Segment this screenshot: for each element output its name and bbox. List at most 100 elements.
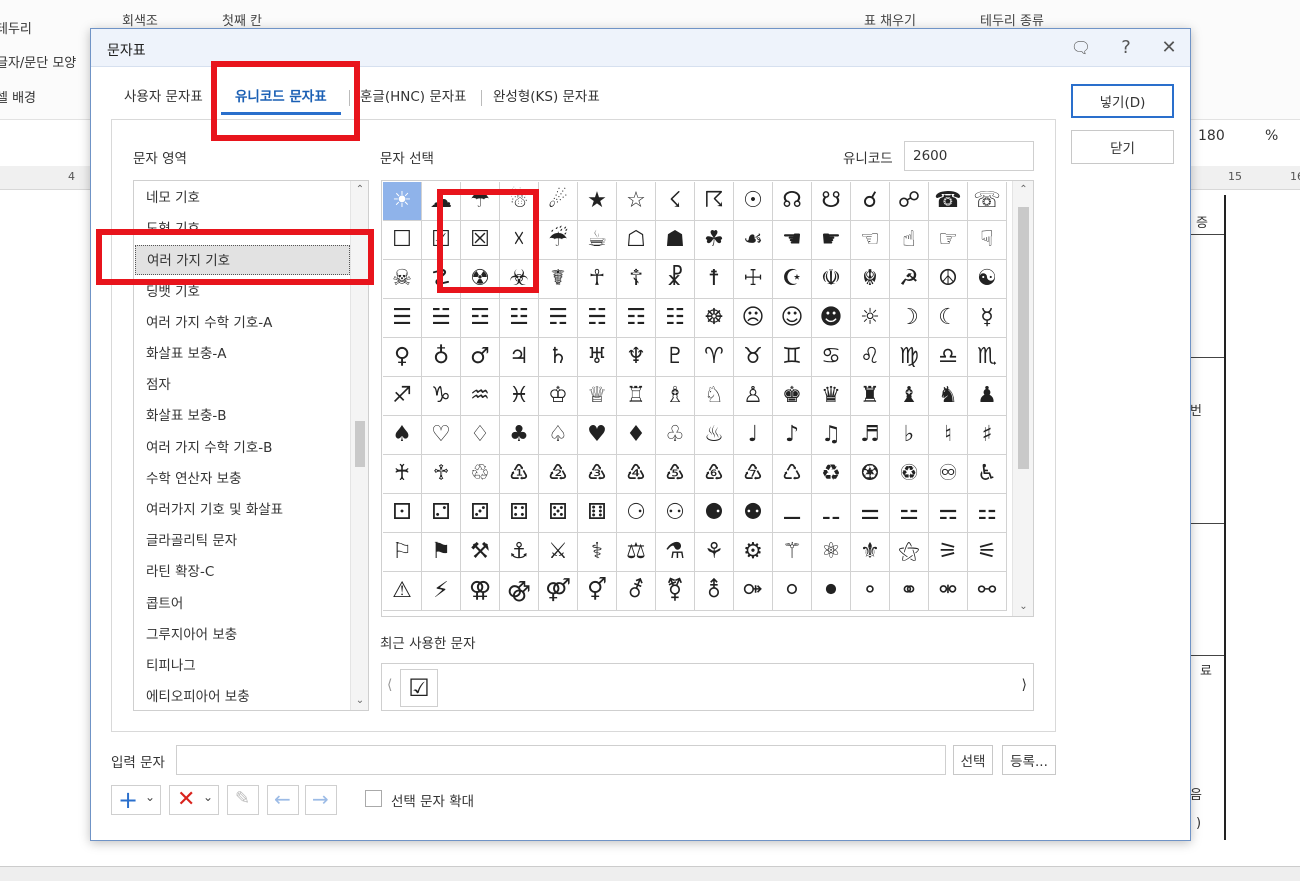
char-cell[interactable]: ♩ — [734, 416, 773, 455]
char-cell[interactable]: ☒ — [461, 221, 500, 260]
char-cell[interactable]: ☁ — [422, 182, 461, 221]
char-cell[interactable]: ☼ — [851, 299, 890, 338]
char-cell[interactable]: ☂ — [461, 182, 500, 221]
char-cell[interactable]: ♕ — [578, 377, 617, 416]
char-cell[interactable]: ♢ — [461, 416, 500, 455]
char-cell[interactable]: ♞ — [929, 377, 968, 416]
char-cell[interactable]: ♤ — [539, 416, 578, 455]
region-item[interactable]: 화살표 보충-A — [135, 339, 350, 369]
char-cell[interactable]: ♁ — [422, 338, 461, 377]
region-item[interactable]: 네모 기호 — [135, 183, 350, 213]
char-grid[interactable]: ☀ ☁ ☂ ☃ ☄ ★ ☆ ☇ ☈ ☉ ☊ ☋ ☌ ☍ ☎ ☏ ☐ ☑ ☒ ☓ ☔ ☕ ☖ ☗ ☘ ☙ ☚ ☛ ☜ ☝ ☞ ☟ ☠ ☡ ☢ ☣ ☤ ☥ ☦ ☧… — [381, 180, 1034, 617]
char-cell[interactable]: ⚅ — [578, 494, 617, 533]
tab-unicode-charmap[interactable]: 유니코드 문자표 — [221, 83, 341, 115]
region-item[interactable]: 에티오피아어 보충 — [135, 682, 350, 710]
char-cell[interactable]: ♔ — [539, 377, 578, 416]
char-cell[interactable]: ♠ — [383, 416, 422, 455]
char-cell[interactable]: ♗ — [656, 377, 695, 416]
char-cell[interactable]: ☺ — [773, 299, 812, 338]
region-item[interactable]: 도형 기호 — [135, 214, 350, 244]
char-cell[interactable]: ⚀ — [383, 494, 422, 533]
char-cell[interactable]: ☆ — [617, 182, 656, 221]
char-cell[interactable]: ♷ — [656, 455, 695, 494]
delete-button[interactable]: ✕ ⌄ — [169, 785, 219, 815]
char-cell[interactable]: ☧ — [656, 260, 695, 299]
char-cell[interactable]: ★ — [578, 182, 617, 221]
char-cell[interactable]: ⚯ — [968, 572, 1007, 611]
char-cell[interactable]: ♡ — [422, 416, 461, 455]
char-cell[interactable]: ☎ — [929, 182, 968, 221]
char-cell[interactable]: ♵ — [578, 455, 617, 494]
region-item[interactable]: 화살표 보충-B — [135, 401, 350, 431]
char-cell[interactable]: ⚚ — [773, 533, 812, 572]
char-cell[interactable]: ♜ — [851, 377, 890, 416]
dialog-titlebar[interactable]: 문자표 🗨︎ ? ✕ — [91, 29, 1190, 67]
char-cell[interactable]: ☄ — [539, 182, 578, 221]
char-cell[interactable]: ♻ — [812, 455, 851, 494]
char-cell[interactable]: ☦ — [617, 260, 656, 299]
help-icon[interactable]: ? — [1112, 35, 1140, 61]
char-cell[interactable]: ⚋ — [812, 494, 851, 533]
char-cell[interactable]: ⚊ — [773, 494, 812, 533]
char-cell[interactable]: ♧ — [656, 416, 695, 455]
tab-ks-charmap[interactable]: 완성형(KS) 문자표 — [493, 83, 600, 115]
input-chars-field[interactable] — [176, 745, 946, 775]
char-cell[interactable]: ☚ — [773, 221, 812, 260]
char-cell[interactable]: ⚑ — [422, 533, 461, 572]
char-cell[interactable]: ☔ — [539, 221, 578, 260]
close-icon[interactable]: ✕ — [1155, 35, 1183, 61]
char-cell[interactable]: ⚜ — [851, 533, 890, 572]
char-cell[interactable]: ☗ — [656, 221, 695, 260]
char-cell[interactable]: ⚔ — [539, 533, 578, 572]
char-cell[interactable]: ☨ — [695, 260, 734, 299]
char-cell[interactable]: ⚒ — [461, 533, 500, 572]
char-cell[interactable]: ♓ — [500, 377, 539, 416]
char-cell[interactable]: ♪ — [773, 416, 812, 455]
char-cell[interactable]: ☰ — [383, 299, 422, 338]
char-cell[interactable]: ♯ — [968, 416, 1007, 455]
char-cell[interactable]: ☾ — [929, 299, 968, 338]
enlarge-checkbox[interactable] — [365, 790, 382, 807]
char-cell[interactable]: ♘ — [695, 377, 734, 416]
char-cell[interactable]: ♚ — [773, 377, 812, 416]
char-cell[interactable]: ☙ — [734, 221, 773, 260]
comment-icon[interactable]: 🗨︎ — [1067, 35, 1095, 61]
char-cell[interactable]: ⚆ — [617, 494, 656, 533]
char-cell[interactable]: ☕ — [578, 221, 617, 260]
char-cell[interactable]: ♺ — [773, 455, 812, 494]
char-cell[interactable]: ♫ — [812, 416, 851, 455]
char-cell[interactable]: ⚓ — [500, 533, 539, 572]
char-cell[interactable]: ☋ — [812, 182, 851, 221]
char-cell[interactable]: ☖ — [617, 221, 656, 260]
char-cell[interactable]: ♃ — [500, 338, 539, 377]
char-cell[interactable]: ☹ — [734, 299, 773, 338]
char-cell[interactable]: ♍ — [890, 338, 929, 377]
menu-cell-background[interactable]: 셀 배경 — [0, 87, 36, 106]
char-cell[interactable]: ♿ — [968, 455, 1007, 494]
char-cell[interactable]: ⚈ — [695, 494, 734, 533]
move-right-button[interactable]: → — [305, 785, 337, 815]
char-cell[interactable]: ☈ — [695, 182, 734, 221]
char-cell[interactable]: ⚭ — [890, 572, 929, 611]
char-cell[interactable]: ⚪ — [773, 572, 812, 611]
char-cell[interactable]: ♖ — [617, 377, 656, 416]
char-cell[interactable]: ☻ — [812, 299, 851, 338]
char-cell[interactable]: ♏ — [968, 338, 1007, 377]
scroll-up-icon[interactable]: ⌃ — [1013, 181, 1033, 199]
char-cell[interactable]: ♮ — [929, 416, 968, 455]
char-cell[interactable]: ⚩ — [734, 572, 773, 611]
region-item[interactable]: 여러 가지 수학 기호-B — [135, 433, 350, 463]
scroll-thumb[interactable] — [355, 421, 365, 467]
region-item[interactable]: 콥트어 — [135, 589, 350, 619]
char-cell[interactable]: ⚖ — [617, 533, 656, 572]
char-cell[interactable]: ⚂ — [461, 494, 500, 533]
char-cell[interactable]: ☇ — [656, 182, 695, 221]
char-cell[interactable]: ♾ — [929, 455, 968, 494]
select-button[interactable]: 선택 — [953, 745, 993, 775]
char-cell[interactable]: ⚙ — [734, 533, 773, 572]
char-cell[interactable]: ♈ — [695, 338, 734, 377]
char-cell[interactable]: ☳ — [500, 299, 539, 338]
char-cell[interactable]: ♨ — [695, 416, 734, 455]
menu-border[interactable]: 테두리 — [0, 18, 32, 37]
char-cell[interactable]: ☫ — [812, 260, 851, 299]
